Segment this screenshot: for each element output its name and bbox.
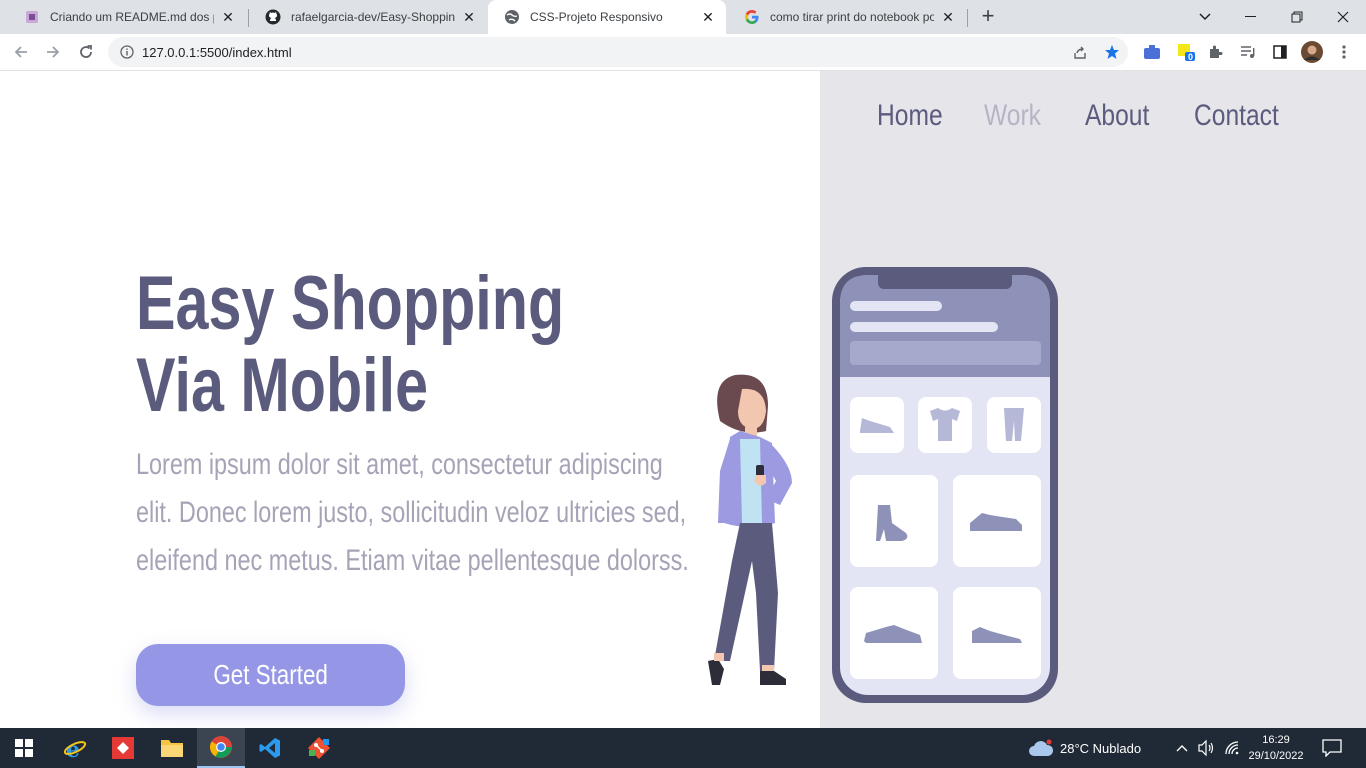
extension-notes-button[interactable]: 0 [1174,40,1198,64]
web-page: Home Work About Contact Easy Shopping Vi… [0,71,1366,728]
nav-item-work[interactable]: Work [984,99,1041,133]
get-started-label: Get Started [213,659,328,690]
hero-title-line-2: Via Mobile [136,343,429,428]
get-started-button[interactable]: Get Started [136,644,405,706]
reload-button[interactable] [73,39,99,65]
tab-title: CSS-Projeto Responsivo [530,10,663,24]
minimize-icon [1245,16,1256,17]
profile-button[interactable] [1300,40,1324,64]
tab-title: como tirar print do notebook po [770,10,934,24]
restore-button[interactable] [1274,0,1320,34]
tab-title: Criando um README.md dos pro [50,10,214,24]
chevron-up-icon [1176,745,1188,752]
extensions-button[interactable] [1204,40,1228,64]
system-clock[interactable]: 16:29 29/10/2022 [1236,732,1316,764]
tab-github[interactable]: rafaelgarcia-dev/Easy-Shopping ✕ [249,0,487,34]
tab-title: rafaelgarcia-dev/Easy-Shopping [291,10,455,24]
close-window-button[interactable] [1320,0,1366,34]
volume-button[interactable] [1198,728,1216,768]
show-hidden-icons-button[interactable] [1176,728,1188,768]
tab-google-search[interactable]: como tirar print do notebook po ✕ [728,0,966,34]
taskbar-vscode[interactable] [246,728,294,768]
share-button[interactable] [1068,40,1092,64]
clock-date: 29/10/2022 [1248,750,1304,762]
main-nav: Home Work About Contact [0,99,1366,139]
tab-search-button[interactable] [1182,0,1228,34]
media-button[interactable] [1236,40,1260,64]
close-icon[interactable]: ✕ [220,9,236,25]
internet-explorer-icon: e [63,737,87,760]
cloud-icon [1029,739,1054,756]
url-text: 127.0.0.1:5500/index.html [142,44,292,60]
close-icon[interactable]: ✕ [700,9,716,25]
weather-text: 28°C Nublado [1060,740,1142,756]
taskbar-internet-explorer[interactable]: e [51,728,99,768]
taskbar-file-explorer[interactable] [148,728,196,768]
bookmark-star-button[interactable] [1100,40,1124,64]
nav-item-contact[interactable]: Contact [1194,99,1279,133]
extension-button[interactable] [1140,40,1164,64]
start-button[interactable] [0,728,48,768]
kebab-menu-icon [1342,45,1346,59]
git-icon [308,737,330,759]
taskbar-git-gui[interactable] [295,728,343,768]
nav-item-about[interactable]: About [1085,99,1149,133]
tab-readme[interactable]: Criando um README.md dos pro ✕ [8,0,246,34]
tab-separator [967,9,968,27]
arrow-left-icon [14,46,27,58]
briefcase-icon [1144,45,1160,59]
restore-icon [1291,11,1303,23]
hero-description: Lorem ipsum dolor sit amet, consectetur … [136,448,689,577]
globe-icon [504,9,520,25]
info-icon[interactable] [120,45,134,59]
extension-badge: 0 [1188,52,1194,62]
browser-toolbar: 127.0.0.1:5500/index.html 0 [0,34,1366,71]
close-icon [1337,11,1349,23]
side-panel-icon [1273,45,1287,59]
github-icon [265,9,281,25]
windows-logo-icon [15,739,33,757]
share-icon [1074,46,1086,59]
taskbar-chrome[interactable] [197,728,245,768]
avatar [1301,41,1323,63]
nav-item-home[interactable]: Home [877,99,943,133]
speaker-icon [1198,740,1214,756]
close-icon[interactable]: ✕ [461,9,477,25]
minimize-button[interactable] [1228,0,1274,34]
close-icon[interactable]: ✕ [940,9,956,25]
hero-title-line-1: Easy Shopping [136,261,565,346]
reload-icon [80,45,92,58]
hero-title: Easy Shopping Via Mobile [136,263,564,427]
taskbar-anydesk[interactable] [99,728,147,768]
chrome-icon [210,736,232,758]
weather-widget[interactable]: 28°C Nublado [1028,728,1141,768]
woman-illustration [708,374,792,685]
playlist-icon [1241,46,1255,58]
vscode-icon [259,738,280,758]
side-panel-button[interactable] [1268,40,1292,64]
notification-icon [1322,739,1342,757]
notifications-button[interactable] [1322,728,1342,768]
back-button[interactable] [8,39,34,65]
tab-projeto-responsivo[interactable]: CSS-Projeto Responsivo ✕ [488,0,726,34]
anydesk-icon [112,737,134,759]
clock-time: 16:29 [1262,734,1290,746]
arrow-right-icon [47,46,60,58]
new-tab-button[interactable]: + [976,5,1000,29]
phone-illustration [832,267,1058,703]
shopping-illustration [708,267,1058,703]
chevron-down-icon [1199,13,1211,21]
tab-strip: Criando um README.md dos pro ✕ rafaelgar… [0,0,1366,34]
readme-favicon [24,9,40,25]
star-icon [1105,45,1119,59]
chrome-menu-button[interactable] [1332,40,1356,64]
google-icon [744,9,760,25]
windows-taskbar: e 28°C Nublado 16:29 29/10/2022 [0,728,1366,768]
forward-button[interactable] [40,39,66,65]
address-bar[interactable]: 127.0.0.1:5500/index.html [108,37,1128,67]
puzzle-icon [1210,45,1223,58]
folder-icon [161,740,183,757]
